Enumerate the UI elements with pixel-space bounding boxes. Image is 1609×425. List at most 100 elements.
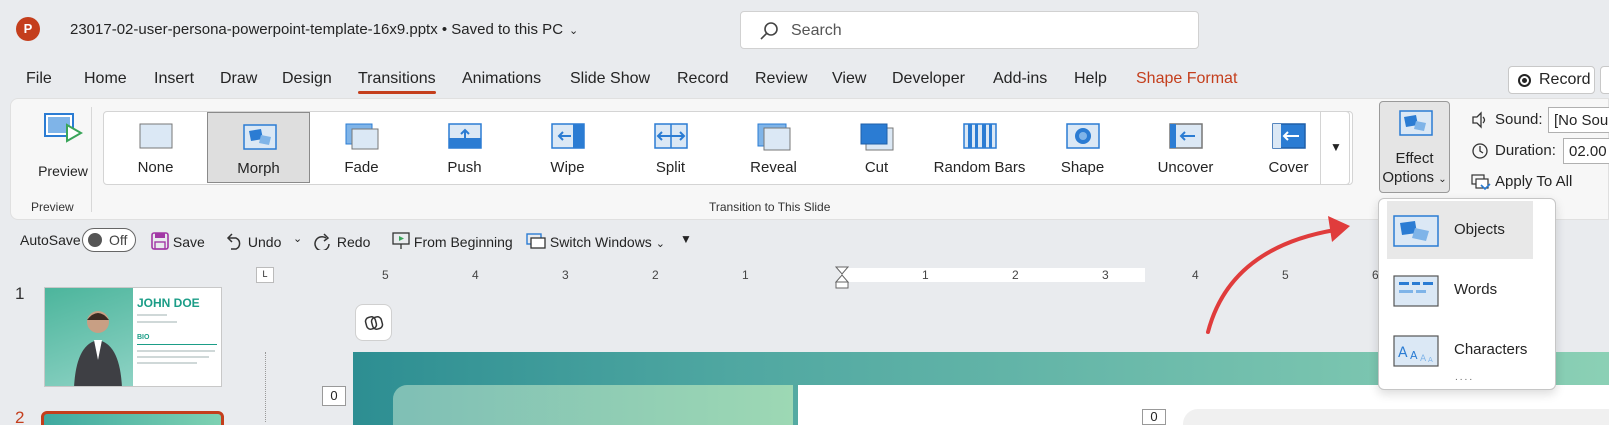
- slide-image-panel[interactable]: [393, 385, 793, 425]
- transition-cut[interactable]: Cut: [825, 112, 928, 184]
- ribbon-tabs: File Home Insert Draw Design Transitions…: [0, 64, 1609, 94]
- ruler-tick: 4: [472, 268, 479, 282]
- share-button[interactable]: [1600, 66, 1609, 94]
- words-effect-icon: [1393, 275, 1439, 307]
- cover-transition-icon: [1272, 123, 1306, 149]
- uncover-transition-icon: [1169, 123, 1203, 149]
- toggle-knob: [88, 233, 102, 247]
- save-label: Save: [172, 234, 205, 250]
- clock-icon: [1472, 143, 1488, 159]
- slide-thumbnail-2[interactable]: [41, 411, 224, 425]
- tab-developer[interactable]: Developer: [892, 70, 965, 88]
- ruler-tick: 2: [1012, 268, 1019, 282]
- sound-select[interactable]: [1548, 107, 1609, 133]
- transition-fade[interactable]: Fade: [310, 112, 413, 184]
- thumbnail-title: JOHN DOE: [137, 296, 200, 310]
- ruler-tick: 3: [562, 268, 569, 282]
- switch-windows-icon: [526, 233, 546, 249]
- transition-label: None: [137, 159, 174, 176]
- file-name: 23017-02-user-persona-powerpoint-templat…: [70, 21, 564, 38]
- transition-uncover[interactable]: Uncover: [1134, 112, 1237, 184]
- transition-push[interactable]: Push: [413, 112, 516, 184]
- svg-text:A: A: [1428, 356, 1433, 364]
- tab-shape-format[interactable]: Shape Format: [1136, 70, 1237, 88]
- transition-morph[interactable]: Morph: [207, 112, 310, 183]
- transition-wipe[interactable]: Wipe: [516, 112, 619, 184]
- preview-button[interactable]: Preview: [29, 111, 97, 181]
- redo-icon: [314, 233, 330, 252]
- ruler-text-area: [840, 268, 1145, 282]
- effect-options-menu: Objects Words AAAA Characters ....: [1378, 198, 1556, 390]
- gallery-more-button[interactable]: ▼: [1320, 111, 1350, 185]
- tab-record[interactable]: Record: [677, 70, 729, 88]
- preview-group-label: Preview: [31, 200, 74, 214]
- powerpoint-icon[interactable]: P: [16, 17, 40, 41]
- tab-file[interactable]: File: [26, 70, 52, 88]
- effect-option-label: Words: [1454, 281, 1498, 298]
- tab-home[interactable]: Home: [84, 70, 127, 88]
- tab-view[interactable]: View: [832, 70, 866, 88]
- person-photo: [74, 311, 122, 386]
- ruler-tick: 5: [382, 268, 389, 282]
- effect-options-button[interactable]: Effect Options ⌄: [1379, 101, 1450, 193]
- slide-thumbnail-1[interactable]: JOHN DOE BIO: [44, 287, 222, 387]
- tab-insert[interactable]: Insert: [154, 70, 194, 88]
- save-button[interactable]: Save: [151, 232, 205, 250]
- effect-option-words[interactable]: Words: [1387, 261, 1533, 319]
- tab-review[interactable]: Review: [755, 70, 807, 88]
- reveal-transition-icon: [757, 123, 791, 151]
- apply-to-all-label: Apply To All: [1495, 173, 1573, 190]
- speaker-icon: [1472, 111, 1486, 129]
- effect-option-characters[interactable]: AAAA Characters: [1387, 321, 1533, 379]
- transition-label: Reveal: [750, 159, 797, 176]
- record-button[interactable]: Record: [1508, 66, 1595, 94]
- tab-slide-show[interactable]: Slide Show: [570, 70, 650, 88]
- file-name-menu[interactable]: 23017-02-user-persona-powerpoint-templat…: [70, 21, 578, 38]
- transition-random-bars[interactable]: Random Bars: [928, 112, 1031, 184]
- transition-shape[interactable]: Shape: [1031, 112, 1134, 184]
- menu-resize-grip[interactable]: ....: [1455, 372, 1474, 383]
- effect-option-label: Objects: [1454, 221, 1505, 238]
- from-beginning-button[interactable]: From Beginning: [392, 232, 513, 250]
- group-divider: [91, 107, 92, 212]
- indent-marker[interactable]: [835, 266, 849, 290]
- gallery-expand-icon: ▼: [1330, 140, 1342, 154]
- undo-dropdown-icon[interactable]: ⌄: [293, 232, 302, 245]
- search-box[interactable]: [740, 11, 1199, 49]
- undo-button[interactable]: Undo: [224, 232, 281, 250]
- duration-label: Duration:: [1495, 142, 1556, 159]
- undo-icon: [226, 233, 241, 250]
- search-input[interactable]: [791, 20, 1181, 42]
- effect-option-objects[interactable]: Objects: [1387, 201, 1533, 259]
- tab-add-ins[interactable]: Add-ins: [993, 70, 1047, 88]
- none-transition-icon: [139, 123, 173, 149]
- svg-text:A: A: [1420, 354, 1427, 364]
- ruler-tick: 3: [1102, 268, 1109, 282]
- preview-icon: [44, 113, 83, 143]
- duration-input[interactable]: [1563, 138, 1609, 164]
- switch-windows-button[interactable]: Switch Windows ⌄: [526, 232, 665, 250]
- transition-label: Uncover: [1157, 159, 1214, 176]
- split-transition-icon: [654, 123, 688, 149]
- copilot-button[interactable]: [355, 304, 392, 341]
- tab-help[interactable]: Help: [1074, 70, 1107, 88]
- svg-text:A: A: [1410, 349, 1418, 362]
- ruler-tick: 1: [742, 268, 749, 282]
- customize-qat-icon[interactable]: ▼: [680, 232, 692, 246]
- thumbnail-rule: [137, 344, 217, 345]
- tab-animations[interactable]: Animations: [462, 70, 541, 88]
- record-button-label: Record: [1539, 71, 1591, 88]
- transition-none[interactable]: None: [104, 112, 207, 184]
- tab-design[interactable]: Design: [282, 70, 332, 88]
- autosave-toggle[interactable]: Off: [82, 228, 136, 252]
- tab-draw[interactable]: Draw: [220, 70, 257, 88]
- transition-split[interactable]: Split: [619, 112, 722, 184]
- slide-shape[interactable]: [1183, 409, 1609, 425]
- tab-transitions[interactable]: Transitions: [358, 70, 436, 94]
- transition-reveal[interactable]: Reveal: [722, 112, 825, 184]
- vertical-ruler: [265, 352, 266, 422]
- svg-text:A: A: [1398, 345, 1408, 361]
- tab-stop-selector[interactable]: L: [256, 267, 274, 283]
- redo-button[interactable]: Redo: [313, 232, 370, 252]
- annotation-arrow: [1206, 216, 1350, 334]
